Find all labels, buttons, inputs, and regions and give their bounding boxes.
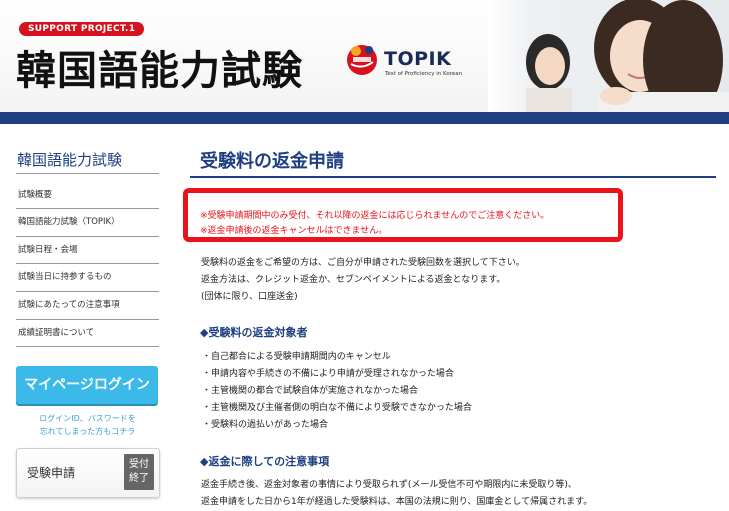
sidebar-divider — [16, 346, 159, 347]
list-item: ・申請内容や手続きの不備により申請が受理されなかった場合 — [202, 369, 454, 379]
list-item: ・主管機関及び主催者側の明白な不備により受験できなかった場合 — [202, 403, 472, 413]
sidebar-divider — [16, 263, 159, 264]
sidebar-divider — [16, 291, 159, 292]
sidebar-item-schedule[interactable]: 試験日程・会場 — [18, 243, 78, 255]
sidebar-title-divider — [16, 173, 159, 174]
sidebar-item-topik[interactable]: 韓国語能力試験（TOPIK） — [18, 215, 120, 227]
intro-text: 返金方法は、クレジット返金か、セブンペイメントによる返金となります。 — [201, 275, 506, 285]
application-closed-badge: 受付 終了 — [124, 454, 154, 490]
caution-text: 返金申請をした日から1年が経過した受験料は、本国の法規に則り、国庫金として帰属さ… — [201, 497, 593, 507]
sidebar-item-overview[interactable]: 試験概要 — [18, 188, 52, 200]
intro-text: 受験料の返金をご希望の方は、ご自分が申請された受験回数を選択して下さい。 — [201, 258, 525, 268]
forgot-line-2: 忘れてしまった方もコチラ — [39, 427, 136, 436]
topik-logo[interactable]: TOPIK Test of Proficiency in Korean — [343, 40, 473, 85]
exam-application-label: 受験申請 — [27, 466, 76, 480]
list-item: ・受験料の過払いがあった場合 — [202, 420, 329, 430]
sidebar-item-items-to-bring[interactable]: 試験当日に持参するもの — [18, 270, 112, 282]
section-heading-cautions: ◆返金に際しての注意事項 — [200, 455, 330, 468]
caution-text: 返金手続き後、返金対象者の事情により受取られず(メール受信不可や期限内に未受取り… — [201, 480, 577, 490]
forgot-line-1: ログインID、パスワードを — [39, 414, 136, 423]
site-title[interactable]: 韓国語能力試験 — [16, 38, 303, 96]
sidebar-item-precautions[interactable]: 試験にあたっての注意事項 — [18, 298, 120, 310]
sidebar-divider — [16, 236, 159, 237]
support-project-badge: SUPPORT PROJECT.1 — [19, 22, 145, 36]
page-title: 受験料の返金申請 — [200, 151, 344, 172]
header-blue-bar — [0, 112, 729, 124]
title-underline — [190, 176, 716, 178]
sidebar-item-certificate[interactable]: 成績証明書について — [18, 326, 94, 338]
section-heading-eligible: ◆受験料の返金対象者 — [200, 326, 308, 339]
list-item: ・自己都合による受験申請期間内のキャンセル — [202, 352, 391, 362]
students-photo — [488, 0, 729, 112]
forgot-credentials-link[interactable]: ログインID、パスワードを 忘れてしまった方もコチラ — [16, 412, 159, 438]
list-item: ・主管機関の都合で試験自体が実施されなかった場合 — [202, 386, 419, 396]
sidebar-title: 韓国語能力試験 — [17, 151, 123, 169]
notice-line: ※受験申請期間中のみ受付、それ以降の返金には応じられませんのでご注意ください。 — [200, 211, 550, 221]
badge-line-1: 受付 — [129, 459, 149, 470]
refund-notice-box: ※受験申請期間中のみ受付、それ以降の返金には応じられませんのでご注意ください。 … — [183, 188, 623, 242]
mypage-login-button[interactable]: マイページログイン — [16, 366, 158, 404]
sidebar-divider — [16, 319, 159, 320]
topik-subtitle: Test of Proficiency in Korean — [385, 71, 463, 77]
exam-application-box[interactable]: 受験申請 受付 終了 — [16, 448, 160, 498]
sidebar-divider — [16, 208, 159, 209]
badge-line-2: 終了 — [129, 473, 149, 484]
intro-text: (団体に限り、口座送金) — [201, 292, 298, 302]
topik-wordmark: TOPIK — [384, 48, 452, 70]
notice-line: ※返金申請後の返金キャンセルはできません。 — [200, 226, 388, 236]
topik-emblem-icon — [347, 45, 377, 75]
site-header: SUPPORT PROJECT.1 韓国語能力試験 TOPIK Test of … — [0, 0, 729, 112]
